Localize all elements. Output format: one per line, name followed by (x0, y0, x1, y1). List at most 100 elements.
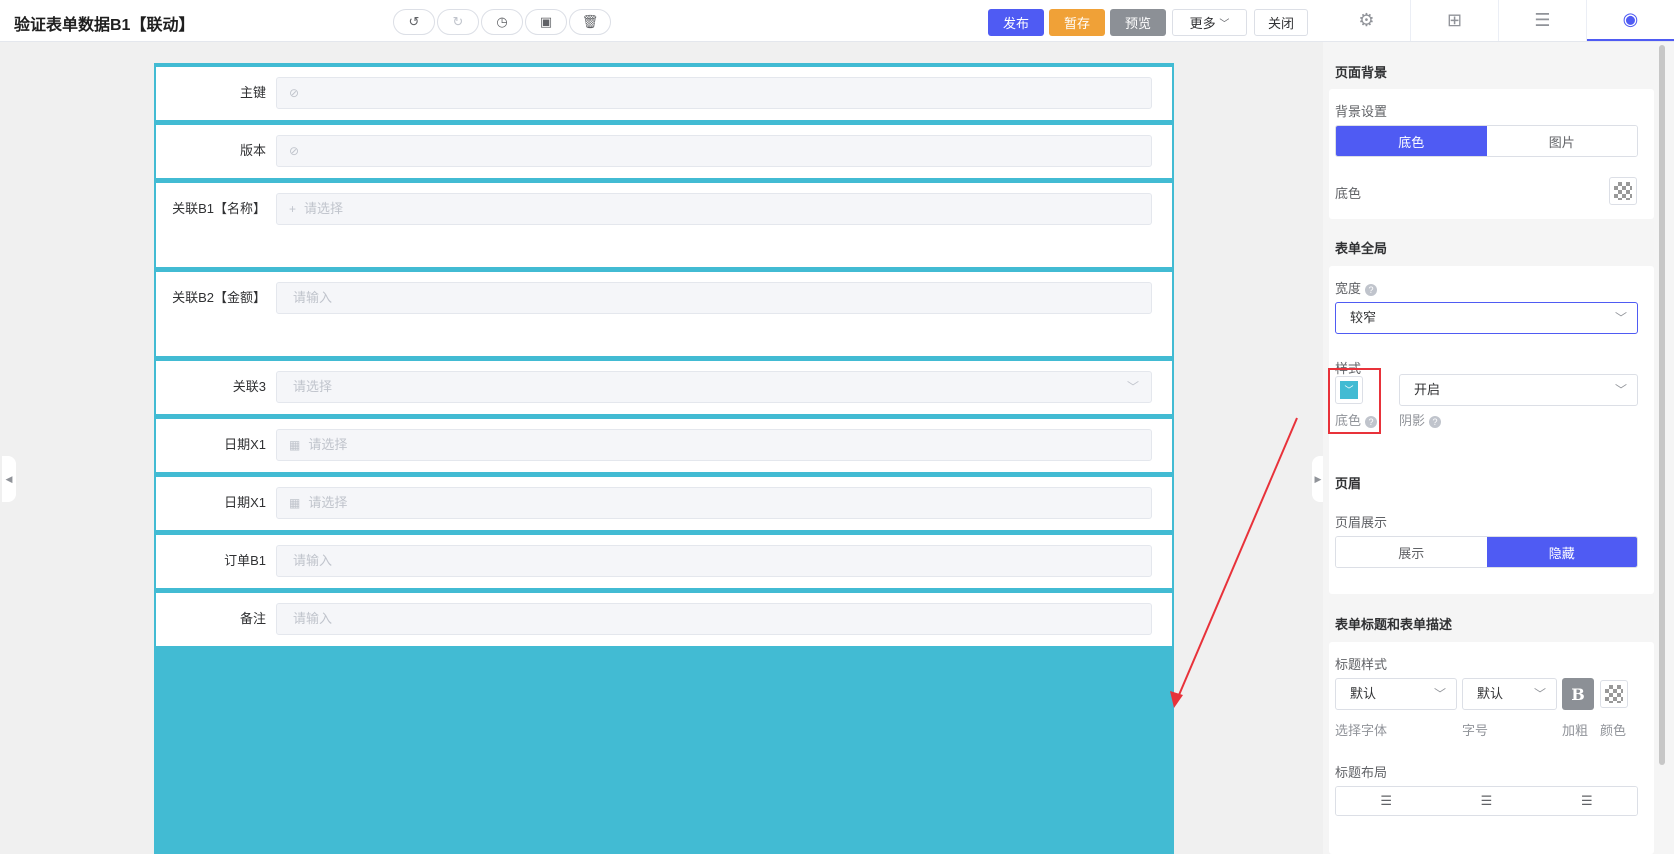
field-input[interactable]: 请输入 (276, 545, 1152, 577)
align-left-icon[interactable]: ☰ (1336, 787, 1437, 815)
edit-tools: ↺ ↻ ◷ ▣ 🗑 (393, 9, 613, 35)
form-row[interactable]: 主键 ⊘ (156, 67, 1172, 120)
header-display-label: 页眉展示 (1335, 515, 1388, 530)
title-style-label: 标题样式 (1335, 657, 1388, 672)
top-toolbar: 验证表单数据B1【联动】 ↺ ↻ ◷ ▣ 🗑 发布 暂存 预览 更多 ﹀ 关闭 (0, 0, 1323, 42)
caret-left-icon: ◀ (5, 473, 13, 484)
shadow-select[interactable]: 开启 ﹀ (1399, 374, 1638, 406)
field-label: 关联B1【名称】 (172, 201, 266, 216)
chevron-down-icon: ﹀ (1533, 687, 1546, 701)
preview-button[interactable]: 预览 (1110, 9, 1166, 36)
size-caption: 字号 (1462, 723, 1489, 738)
clipboard-button[interactable]: ▣ (525, 9, 567, 35)
help-icon: ? (1429, 416, 1442, 428)
bg-color-picker[interactable] (1609, 177, 1637, 205)
form-row[interactable]: 日期X1 ▦ 请选择 (156, 419, 1172, 472)
field-input[interactable]: 请输入 (276, 282, 1152, 314)
field-select[interactable]: 请选择 ﹀ (276, 371, 1152, 403)
field-label: 备注 (239, 611, 266, 626)
field-placeholder: 请输入 (293, 611, 333, 626)
form-row[interactable]: 关联B2【金额】 请输入 (156, 272, 1172, 356)
header-option-show[interactable]: 展示 (1336, 537, 1487, 567)
gear-icon: ⚙ (1358, 10, 1375, 30)
field-label: 主键 (239, 85, 266, 100)
title-color-picker[interactable] (1600, 680, 1628, 708)
form-row[interactable]: 关联B1【名称】 + 请选择 (156, 183, 1172, 267)
section-heading: 表单全局 (1335, 241, 1388, 256)
trash-icon: 🗑 (581, 14, 599, 29)
field-input[interactable]: ⊘ (276, 135, 1152, 167)
undo-icon: ↺ (408, 14, 420, 29)
eye-off-icon: ⊘ (289, 144, 300, 158)
chevron-down-icon: ﹀ (1614, 383, 1627, 397)
bg-type-toggle: 底色 图片 (1335, 125, 1638, 157)
form-row[interactable]: 备注 请输入 (156, 593, 1172, 646)
save-draft-button[interactable]: 暂存 (1049, 9, 1105, 36)
header-option-hide[interactable]: 隐藏 (1486, 537, 1637, 567)
field-label: 版本 (239, 143, 266, 158)
field-placeholder: 请输入 (293, 290, 333, 305)
close-button[interactable]: 关闭 (1254, 9, 1308, 36)
chevron-down-icon: ﹀ (1433, 687, 1446, 701)
tab-components[interactable]: ⊞ (1411, 0, 1499, 41)
font-select[interactable]: 默认 ﹀ (1335, 678, 1457, 710)
form-row[interactable]: 日期X1 ▦ 请选择 (156, 477, 1172, 530)
field-input[interactable]: + 请选择 (276, 193, 1152, 225)
panel-scrollbar[interactable] (1659, 45, 1665, 765)
section-heading: 页面背景 (1335, 65, 1388, 80)
title-card: 标题样式 默认 ﹀ 默认 ﹀ B 选择字体 字号 加粗 颜色 标题布局 ☰ ☰ ☰ (1329, 642, 1654, 854)
delete-button[interactable]: 🗑 (569, 9, 611, 35)
section-heading: 表单标题和表单描述 (1335, 617, 1453, 632)
shadow-caption: 阴影? (1399, 410, 1442, 429)
form-row[interactable]: 关联3 请选择 ﹀ (156, 361, 1172, 414)
chevron-down-icon: ﹀ (1219, 19, 1230, 30)
publish-button[interactable]: 发布 (988, 9, 1044, 36)
redo-button[interactable]: ↻ (437, 9, 479, 35)
eye-off-icon: ⊘ (289, 86, 300, 100)
header-card: 页眉展示 展示 隐藏 (1329, 500, 1654, 594)
plus-icon: + (289, 202, 297, 216)
help-icon: ? (1365, 284, 1378, 296)
tab-settings[interactable]: ⚙ (1323, 0, 1411, 41)
field-placeholder: 请输入 (293, 553, 333, 568)
tab-style[interactable]: ◉ (1587, 0, 1674, 41)
highlight-box (1328, 368, 1381, 434)
transparent-swatch-icon (1605, 685, 1623, 703)
panel-tabs: ⚙ ⊞ ☰ ◉ (1323, 0, 1674, 42)
bg-option-image[interactable]: 图片 (1486, 126, 1637, 156)
date-input[interactable]: ▦ 请选择 (276, 487, 1152, 519)
collapse-left-handle[interactable]: ◀ (2, 456, 16, 502)
field-label: 日期X1 (224, 495, 266, 510)
page-title: 验证表单数据B1【联动】 (14, 17, 195, 34)
bg-option-color[interactable]: 底色 (1336, 126, 1487, 156)
align-center-icon[interactable]: ☰ (1436, 787, 1537, 815)
history-icon: ◷ (496, 14, 508, 29)
size-select[interactable]: 默认 ﹀ (1462, 678, 1557, 710)
undo-button[interactable]: ↺ (393, 9, 435, 35)
annotation-arrow (1170, 417, 1298, 708)
width-label-text: 宽度 (1335, 281, 1362, 296)
field-input[interactable]: 请输入 (276, 603, 1152, 635)
field-input[interactable]: ⊘ (276, 77, 1152, 109)
calendar-icon: ▦ (289, 438, 301, 452)
title-align-toggle: ☰ ☰ ☰ (1335, 786, 1638, 816)
date-input[interactable]: ▦ 请选择 (276, 429, 1152, 461)
form-row[interactable]: 版本 ⊘ (156, 125, 1172, 178)
style-panel: 页面背景 背景设置 底色 图片 底色 表单全局 宽度? 较窄 ﹀ 样式 ﹀ 开启 ﹀… (1323, 42, 1674, 854)
history-button[interactable]: ◷ (481, 9, 523, 35)
grid-icon: ⊞ (1446, 10, 1463, 30)
clipboard-icon: ▣ (539, 14, 553, 29)
form-row[interactable]: 订单B1 请输入 (156, 535, 1172, 588)
field-placeholder: 请选择 (293, 379, 333, 394)
align-right-icon[interactable]: ☰ (1536, 787, 1637, 815)
more-dropdown[interactable]: 更多 ﹀ (1172, 9, 1247, 36)
width-select[interactable]: 较窄 ﹀ (1335, 302, 1638, 334)
title-layout-label: 标题布局 (1335, 765, 1388, 780)
bold-icon: B (1571, 684, 1585, 704)
bold-button[interactable]: B (1562, 678, 1594, 710)
transparent-swatch-icon (1614, 182, 1632, 200)
tab-list[interactable]: ☰ (1499, 0, 1587, 41)
bg-setting-label: 背景设置 (1335, 104, 1388, 119)
caret-right-icon: ▶ (1314, 473, 1322, 484)
field-placeholder: 请选择 (304, 201, 344, 216)
